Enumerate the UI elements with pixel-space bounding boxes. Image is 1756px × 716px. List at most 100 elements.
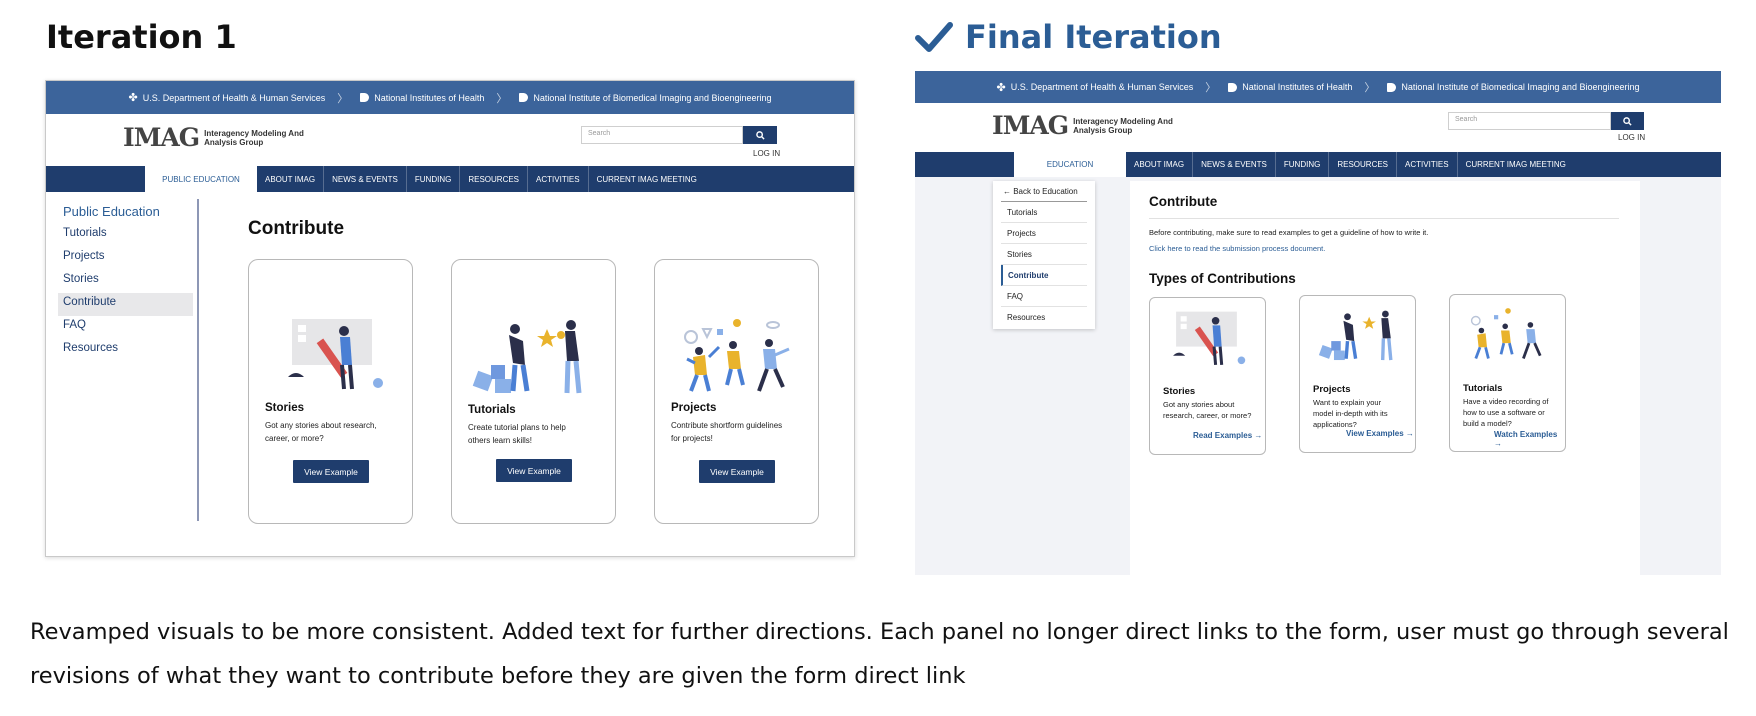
crumb-label: National Institute of Biomedical Imaging… — [533, 92, 772, 103]
card-description: Contribute shortform guidelines for proje… — [671, 419, 782, 445]
nav-activities[interactable]: ACTIVITIES — [528, 166, 589, 192]
caption: Revamped visuals to be more consistent. … — [30, 610, 1730, 698]
search-button[interactable] — [1611, 112, 1644, 130]
main-nav: PUBLIC EDUCATION ABOUT IMAG NEWS & EVENT… — [46, 166, 854, 192]
hhs-crumb[interactable]: ✤ U.S. Department of Health & Human Servi… — [128, 91, 325, 104]
nav-resources[interactable]: RESOURCES — [460, 166, 529, 192]
sidebar-item-contribute[interactable]: Contribute — [1001, 265, 1087, 286]
logo-line-1: Interagency Modeling And — [1073, 116, 1173, 126]
hhs-eagle-icon: ✤ — [128, 92, 138, 104]
sidebar-item-tutorials[interactable]: Tutorials — [58, 224, 193, 247]
nav-news[interactable]: NEWS & EVENTS — [324, 166, 407, 192]
desc-line: Have a video recording of — [1463, 397, 1549, 406]
logo-row: IMAG Interagency Modeling And Analysis Gr… — [915, 103, 1721, 152]
watch-examples-link[interactable]: Watch Examples → — [1494, 430, 1565, 448]
search-input[interactable]: Search — [1448, 112, 1611, 130]
desc-line: career, or more? — [265, 434, 324, 443]
search-icon — [755, 130, 765, 140]
card-title: Projects — [1313, 384, 1351, 395]
imag-logo[interactable]: IMAG Interagency Modeling And Analysis Gr… — [123, 123, 304, 152]
stories-card: Stories Got any stories about research, c… — [248, 259, 413, 524]
sidebar-item-tutorials[interactable]: Tutorials — [1001, 202, 1087, 223]
read-examples-link[interactable]: Read Examples → — [1193, 431, 1262, 440]
nav-activities[interactable]: ACTIVITIES — [1397, 152, 1458, 177]
tutorials-illustration — [1470, 308, 1542, 359]
flag-icon — [519, 93, 529, 102]
iteration-1-mockup: ✤ U.S. Department of Health & Human Servi… — [45, 80, 855, 557]
nav-resources[interactable]: RESOURCES — [1329, 152, 1398, 177]
card-description: Got any stories about research, career, o… — [1163, 399, 1251, 421]
desc-line: Want to explain your — [1313, 398, 1382, 407]
view-example-button[interactable]: View Example — [496, 459, 572, 482]
desc-line: model in-depth with its — [1313, 409, 1388, 418]
nav-education[interactable]: EDUCATION — [1014, 152, 1126, 177]
logo-subtitle: Interagency Modeling And Analysis Group — [1073, 117, 1173, 135]
card-title: Projects — [671, 402, 717, 414]
desc-line: Create tutorial plans to help — [468, 423, 566, 432]
nav-current-meeting[interactable]: CURRENT IMAG MEETING — [589, 166, 705, 192]
sidebar-item-projects[interactable]: Projects — [1001, 223, 1087, 244]
iteration-1-heading: Iteration 1 — [46, 18, 237, 56]
main-content-panel: Contribute Before contributing, make sur… — [1130, 181, 1640, 575]
sidebar-item-contribute[interactable]: Contribute — [58, 293, 193, 316]
view-example-button[interactable]: View Example — [293, 460, 369, 483]
nav-public-education[interactable]: PUBLIC EDUCATION — [145, 166, 257, 192]
sidebar-item-resources[interactable]: Resources — [58, 339, 193, 362]
sidebar-item-faq[interactable]: FAQ — [1001, 286, 1087, 307]
imag-logo[interactable]: IMAG Interagency Modeling And Analysis Gr… — [992, 111, 1173, 140]
search-button[interactable] — [743, 126, 777, 144]
sidebar-item-stories[interactable]: Stories — [58, 270, 193, 293]
logo-mark: IMAG — [992, 111, 1069, 140]
desc-line: Got any stories about research, — [265, 421, 377, 430]
sidebar-item-faq[interactable]: FAQ — [58, 316, 193, 339]
sidebar-item-resources[interactable]: Resources — [1001, 307, 1087, 328]
crumb-label: National Institutes of Health — [1242, 82, 1353, 92]
nih-crumb[interactable]: National Institutes of Health — [1228, 82, 1352, 92]
nih-crumb[interactable]: National Institutes of Health — [360, 93, 484, 103]
crumb-label: National Institute of Biomedical Imaging… — [1401, 82, 1640, 92]
stories-illustration — [1173, 311, 1246, 365]
sidebar: Public Education Tutorials Projects Stor… — [58, 201, 193, 362]
nav-about[interactable]: ABOUT IMAG — [1126, 152, 1194, 177]
caption-line-2: revisions of what they want to contribut… — [30, 663, 966, 689]
login-link[interactable]: LOG IN — [753, 149, 780, 158]
nav-funding[interactable]: FUNDING — [1276, 152, 1330, 177]
view-example-button[interactable]: View Example — [699, 460, 775, 483]
crumb-label: U.S. Department of Health & Human Servic… — [1010, 82, 1194, 92]
chevron-right-icon: 〉 — [1205, 82, 1217, 94]
view-examples-link[interactable]: View Examples → — [1346, 429, 1414, 438]
crumb-label: U.S. Department of Health & Human Servic… — [142, 92, 326, 103]
hhs-crumb[interactable]: ✤ U.S. Department of Health & Human Servi… — [996, 81, 1193, 94]
nav-about[interactable]: ABOUT IMAG — [257, 166, 325, 192]
submission-doc-link[interactable]: Click here to read the submission proces… — [1149, 244, 1325, 253]
nav-current-meeting[interactable]: CURRENT IMAG MEETING — [1458, 152, 1574, 177]
crumb-label: National Institutes of Health — [374, 92, 485, 103]
desc-line: others learn skills! — [468, 436, 533, 445]
caption-line-1: Revamped visuals to be more consistent. … — [30, 619, 1729, 645]
flag-icon — [1228, 82, 1238, 92]
nav-funding[interactable]: FUNDING — [407, 166, 461, 192]
tutorials-card: Tutorials Have a video recording of how t… — [1449, 294, 1566, 452]
intro-text: Before contributing, make sure to read e… — [1149, 228, 1429, 237]
sidebar-item-projects[interactable]: Projects — [58, 247, 193, 270]
desc-line: build a model? — [1463, 419, 1512, 428]
nibib-crumb[interactable]: National Institute of Biomedical Imaging… — [519, 92, 772, 103]
logo-row: IMAG Interagency Modeling And Analysis Gr… — [46, 114, 854, 166]
projects-illustration — [684, 319, 790, 392]
stories-card: Stories Got any stories about research, c… — [1149, 297, 1266, 455]
nav-news[interactable]: NEWS & EVENTS — [1193, 152, 1276, 177]
flag-icon — [1387, 82, 1397, 92]
hhs-breadcrumb-bar: ✤ U.S. Department of Health & Human Servi… — [915, 71, 1721, 103]
sidebar-item-stories[interactable]: Stories — [1001, 244, 1087, 265]
sidebar-item-public-education[interactable]: Public Education — [58, 201, 193, 224]
final-iteration-heading: Final Iteration — [915, 18, 1222, 56]
flag-icon — [360, 93, 370, 102]
nibib-crumb[interactable]: National Institute of Biomedical Imaging… — [1387, 82, 1640, 92]
desc-line: research, career, or more? — [1163, 411, 1252, 420]
back-to-education-link[interactable]: ← Back to Education — [1001, 181, 1087, 202]
chevron-right-icon: 〉 — [496, 92, 508, 105]
search-input[interactable]: Search — [581, 126, 743, 144]
final-iteration-label: Final Iteration — [965, 18, 1222, 56]
login-link[interactable]: LOG IN — [1618, 133, 1645, 142]
